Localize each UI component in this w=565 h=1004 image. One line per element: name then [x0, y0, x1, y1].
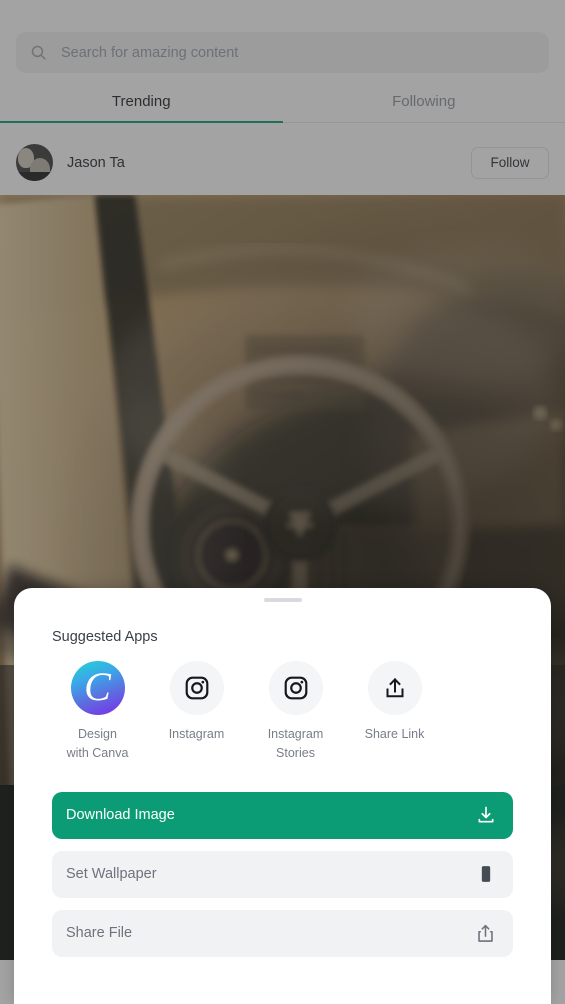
- app-item-canva[interactable]: C Design with Canva: [48, 661, 147, 764]
- set-wallpaper-label: Set Wallpaper: [66, 866, 157, 883]
- drag-handle[interactable]: [263, 598, 302, 602]
- app-label-share-link: Share Link: [364, 727, 425, 741]
- download-image-button[interactable]: Download Image: [52, 791, 513, 839]
- app-item-share-link[interactable]: Share Link: [345, 661, 444, 764]
- app-label-canva-line1: Design: [78, 727, 117, 741]
- app-label-canva-line2: with Canva: [66, 746, 129, 761]
- download-image-label: Download Image: [66, 807, 175, 824]
- share-icon: [475, 923, 496, 944]
- app-label-stories-line1: Instagram: [267, 727, 324, 741]
- share-link-icon: [367, 661, 422, 715]
- download-icon: [476, 805, 496, 825]
- canva-letter: C: [84, 663, 111, 709]
- app-item-instagram-stories[interactable]: Instagram Stories: [246, 661, 345, 764]
- app-label-stories-line2: Stories: [276, 746, 315, 761]
- share-file-label: Share File: [66, 925, 133, 942]
- mobile-app-screen: Trending Following Jason Ta Follow: [0, 0, 565, 1004]
- suggested-apps-row: C Design with Canva Instagram Instagram …: [48, 661, 468, 764]
- share-bottom-sheet: Suggested Apps C Design with Canva Insta…: [14, 588, 551, 1004]
- app-label-canva: Design with Canva: [67, 725, 129, 764]
- set-wallpaper-button[interactable]: Set Wallpaper: [52, 850, 513, 898]
- instagram-stories-icon: [268, 661, 323, 715]
- share-file-button[interactable]: Share File: [52, 909, 513, 957]
- suggested-apps-title: Suggested Apps: [52, 629, 158, 645]
- canva-icon: C: [70, 661, 125, 715]
- instagram-icon: [169, 661, 224, 715]
- app-item-instagram[interactable]: Instagram: [147, 661, 246, 764]
- app-label-instagram: Instagram: [168, 727, 225, 741]
- sheet-actions: Download Image Set Wallpaper Share File: [52, 791, 513, 957]
- phone-icon: [476, 864, 496, 884]
- app-label-instagram-stories: Instagram Stories: [268, 725, 324, 764]
